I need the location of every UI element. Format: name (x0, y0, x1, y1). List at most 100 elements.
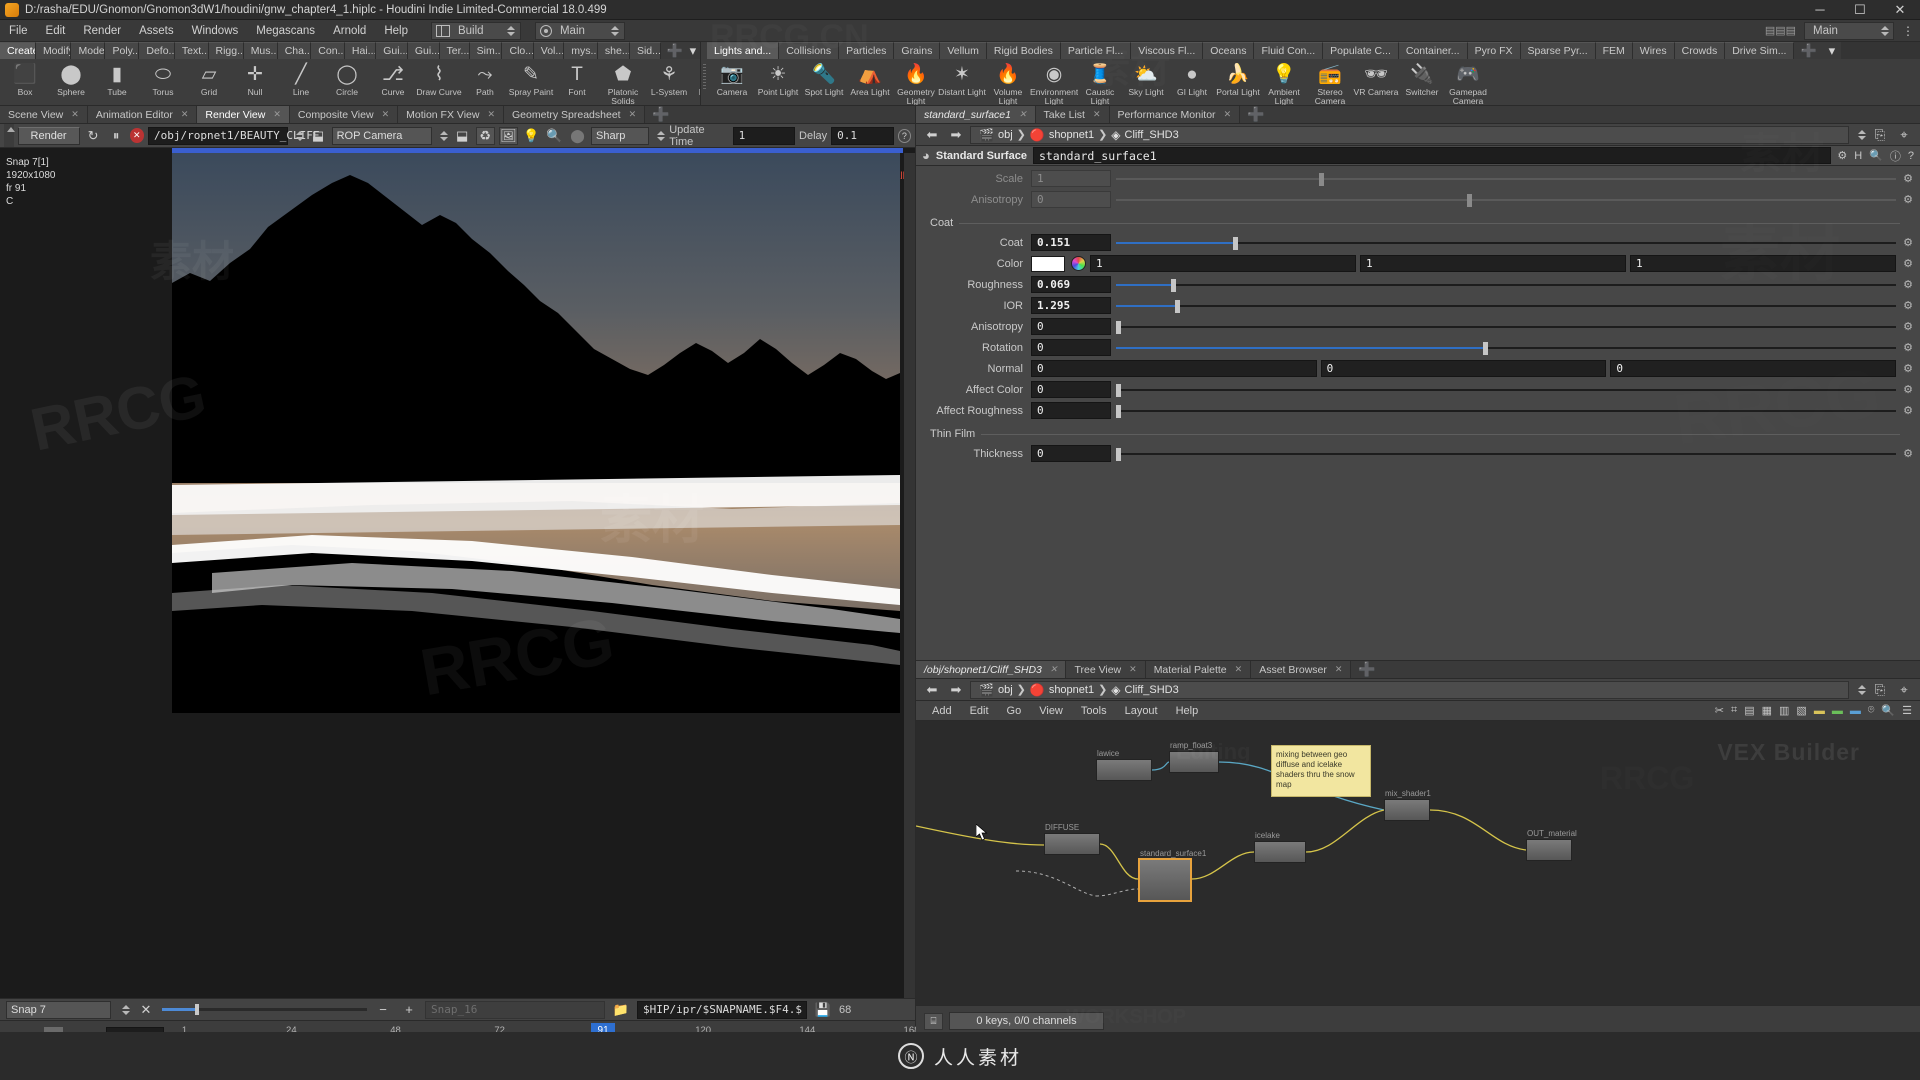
nav-forward-icon[interactable]: ➡ (946, 126, 966, 144)
shelf-tool-area-light[interactable]: ⛺ Area Light (847, 61, 893, 97)
shelf-tab-right-0[interactable]: Lights and... (707, 42, 780, 59)
shelf-tab-right-11[interactable]: Container... (1398, 42, 1468, 59)
shelf-tool-metaball[interactable]: ●Metaball (692, 61, 700, 97)
close-icon[interactable]: ✕ (629, 109, 637, 120)
net-menu-view[interactable]: View (1031, 705, 1071, 717)
shelf-tool-spray-paint[interactable]: ✎ Spray Paint (508, 61, 554, 97)
shelf-tab-left-14[interactable]: Sim... (469, 42, 503, 59)
shelf-tool-l-system[interactable]: ⚘ L-System (646, 61, 692, 97)
maximize-button[interactable]: ☐ (1840, 0, 1880, 19)
shelf-tool-gi-light[interactable]: ● GI Light (1169, 61, 1215, 97)
close-icon[interactable]: ✕ (71, 109, 79, 120)
shelf-tab-right-3[interactable]: Grains (894, 42, 941, 59)
shelf-tool-font[interactable]: T Font (554, 61, 600, 97)
nav-back-icon[interactable]: ⬅ (922, 126, 942, 144)
shelf-tool-ambient-light[interactable]: 💡 Ambient Light (1261, 61, 1307, 106)
pane-tab-scene-view[interactable]: Scene View ✕ (0, 106, 88, 123)
net-menu-help[interactable]: Help (1168, 705, 1207, 717)
shelf-right-items[interactable]: 📷 Camera ☀ Point Light 🔦 Spot Light ⛺ Area Ligh… (707, 59, 1920, 106)
crumb-obj[interactable]: 🎬 obj (975, 128, 1017, 142)
coat-normal-component-3[interactable]: 0 (1610, 360, 1897, 377)
pin-icon[interactable]: ⌗ (1731, 704, 1737, 717)
color-wheel-icon[interactable] (1071, 256, 1086, 271)
snapshot-name-input[interactable]: Snap_16 (425, 1000, 605, 1019)
net-crumb-cliff-shd3[interactable]: ◈ Cliff_SHD3 (1107, 683, 1182, 697)
network-node-standard-surface1[interactable]: standard_surface1 (1138, 849, 1206, 902)
coat-gear-ior[interactable]: ⚙ (1900, 299, 1916, 312)
path-pin-icon[interactable]: ⌖ (1894, 126, 1914, 144)
coat-field-roughness[interactable]: 0.069 (1031, 276, 1111, 293)
shelf-tool-grid[interactable]: ▱ Grid (186, 61, 232, 97)
network-tab-material-palette[interactable]: Material Palette ✕ (1145, 661, 1252, 678)
pane-tab-composite-view[interactable]: Composite View ✕ (289, 106, 399, 123)
shelf-tab-left-12[interactable]: Gui... (407, 42, 440, 59)
shelf-tool-stereo-camera[interactable]: 📻 Stereo Camera (1307, 61, 1353, 106)
coat-field-rotation[interactable]: 0 (1031, 339, 1111, 356)
color-channel-1[interactable]: 1 (1090, 255, 1356, 272)
network-tab-add[interactable]: ➕ (1351, 661, 1382, 678)
pane-tab-add[interactable]: ➕ (645, 106, 676, 123)
coat-gear-roughness[interactable]: ⚙ (1900, 278, 1916, 291)
shelf-left-tabs[interactable]: Create Modify Model Poly... Defo... Text... Ri… (0, 42, 700, 59)
shelf-tool-tube[interactable]: ▮ Tube (94, 61, 140, 97)
snapshot-plus-icon[interactable]: + (399, 1001, 419, 1019)
right-layout-selector[interactable]: Main (1804, 21, 1894, 40)
param-gear-anisotropy[interactable]: ⚙ (1900, 193, 1916, 206)
pane-tab-bar[interactable]: Scene View ✕ Animation Editor ✕ Render View ✕… (0, 106, 915, 124)
parameter-list[interactable]: Scale 1 ⚙ Anisotropy 0 ⚙ Coat Coat 0.151 ⚙ Color… (916, 166, 1920, 660)
shelf-tab-left-9[interactable]: Con... (311, 42, 345, 59)
network-tab-tree-view[interactable]: Tree View ✕ (1066, 661, 1146, 678)
palette-icon[interactable]: ▬ (1850, 705, 1861, 717)
coat-field-affect-color[interactable]: 0 (1031, 381, 1111, 398)
shelf-tab-menu-left[interactable]: ▾ (683, 42, 700, 59)
pane-tab-motion-fx-view[interactable]: Motion FX View ✕ (398, 106, 505, 123)
param-slider-scale[interactable] (1116, 170, 1896, 187)
shelf-tab-right-1[interactable]: Collisions (779, 42, 840, 59)
magnifier-icon[interactable]: 🔍 (545, 127, 564, 145)
color-channel-2[interactable]: 1 (1360, 255, 1626, 272)
desktop-layout-selector[interactable]: Main (534, 21, 625, 40)
coat-slider-roughness[interactable] (1116, 276, 1896, 293)
menu-item-windows[interactable]: Windows (183, 20, 248, 42)
shelf-tab-left-16[interactable]: Vol... (533, 42, 565, 59)
shelf-tool-line[interactable]: ╱ Line (278, 61, 324, 97)
menu-item-megascans[interactable]: Megascans (247, 20, 324, 42)
shelf-tab-right-17[interactable]: Drive Sim... (1725, 42, 1795, 59)
gear-icon[interactable]: ⚙ (1837, 149, 1847, 162)
net-crumb-obj[interactable]: 🎬 obj (975, 683, 1017, 697)
menu-item-assets[interactable]: Assets (130, 20, 183, 42)
node-name-field[interactable]: standard_surface1 (1032, 147, 1832, 164)
search-icon[interactable]: 🔍 (1869, 149, 1883, 162)
viewport-scrollbar-vertical[interactable] (904, 153, 915, 998)
menu-item-help[interactable]: Help (375, 20, 417, 42)
filter-spinner-icon[interactable] (656, 129, 666, 143)
param-tab-performance-monitor[interactable]: Performance Monitor ✕ (1109, 106, 1241, 123)
chevron-updown-icon-2[interactable] (611, 24, 620, 38)
shelf-tab-left-4[interactable]: Defo... (139, 42, 175, 59)
shelf-tool-environment-light[interactable]: ◉ Environment Light (1030, 61, 1078, 106)
shelf-tool-circle[interactable]: ◯ Circle (324, 61, 370, 97)
shelf-tab-left-3[interactable]: Poly... (105, 42, 140, 59)
shelf-tool-caustic-light[interactable]: 🧵 Caustic Light (1077, 61, 1123, 106)
shelf-left-items[interactable]: ⬛ Box ⬤ Sphere ▮ Tube ⬭ Torus ▱ Grid ✛ Null ╱ Line ◯ Ci… (0, 59, 700, 106)
param-field-anisotropy[interactable]: 0 (1031, 191, 1111, 208)
shelf-tool-sky-light[interactable]: ⛅ Sky Light (1123, 61, 1169, 97)
coat-gear-affect-roughness[interactable]: ⚙ (1900, 404, 1916, 417)
coat-field-coat[interactable]: 0.151 (1031, 234, 1111, 251)
shelf-tool-switcher[interactable]: 🔌 Switcher (1399, 61, 1445, 97)
layout-icon[interactable]: ▧ (1796, 704, 1806, 717)
help-icon-param[interactable]: ? (1908, 150, 1914, 162)
help-icon[interactable]: ? (897, 128, 912, 143)
menu-item-file[interactable]: File (0, 20, 37, 42)
coat-gear-normal[interactable]: ⚙ (1900, 362, 1916, 375)
shelf-tool-vr-camera[interactable]: 🕶 VR Camera (1353, 61, 1399, 97)
keys-icon[interactable]: ⌸ (924, 1012, 943, 1030)
chevron-updown-icon[interactable] (507, 24, 516, 38)
breadcrumb[interactable]: 🎬 obj ❯ 🔴 shopnet1 ❯ ◈ Cliff_SHD3 (970, 125, 1849, 144)
table-icon[interactable]: ▥ (1779, 704, 1789, 717)
folder-icon[interactable]: 📁 (611, 1001, 631, 1019)
shelf-tool-point-light[interactable]: ☀ Point Light (755, 61, 801, 97)
network-node-lawice[interactable]: lawice (1096, 749, 1152, 781)
pane-tab-geometry-spreadsheet[interactable]: Geometry Spreadsheet ✕ (504, 106, 646, 123)
param-slider-anisotropy[interactable] (1116, 191, 1896, 208)
